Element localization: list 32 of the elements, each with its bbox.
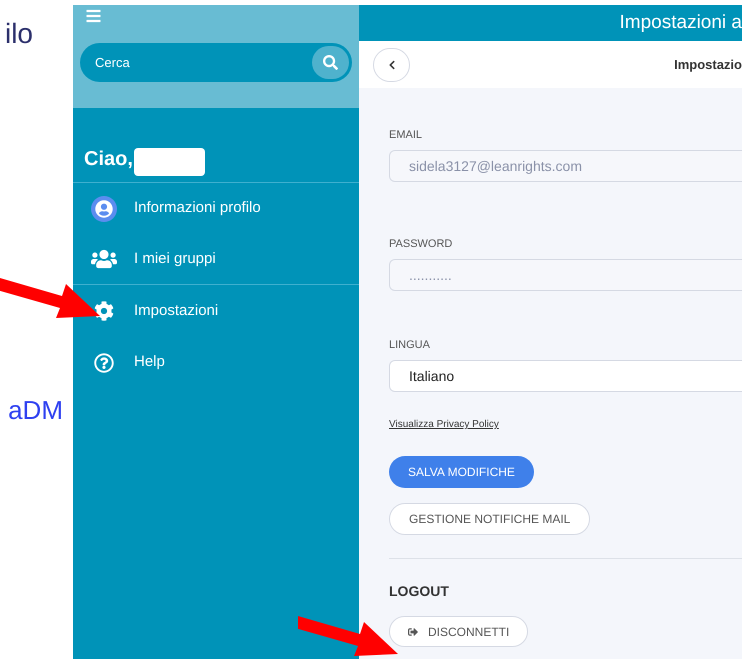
logout-heading: LOGOUT — [389, 582, 450, 601]
sidebar-menu-item[interactable]: I miei gruppi — [134, 248, 216, 270]
input-field[interactable]: sidela3127@leanrights.com — [389, 150, 742, 182]
greeting-text: Ciao, — [84, 147, 133, 172]
search-placeholder: Cerca — [95, 54, 131, 72]
sidebar-menu-item[interactable]: Impostazioni — [134, 300, 218, 322]
search-field[interactable]: Cerca — [80, 43, 352, 82]
field-label: LINGUA — [389, 338, 431, 352]
search-button[interactable] — [312, 46, 349, 79]
group-icon[interactable] — [90, 248, 116, 270]
help-icon[interactable] — [94, 352, 114, 372]
search-icon — [323, 55, 338, 70]
menu-icon[interactable] — [84, 8, 103, 24]
settings-icon[interactable] — [94, 301, 114, 321]
sidebar-menu-item[interactable]: Informazioni profilo — [134, 197, 261, 220]
page-heading-fragment: ilo — [4, 17, 34, 51]
logout-icon — [408, 626, 418, 636]
input-field[interactable]: ........... — [389, 259, 742, 291]
page-text-fragment: aDM — [7, 394, 64, 427]
logout-button[interactable]: DISCONNETTI — [389, 616, 528, 647]
notifications-button[interactable]: GESTIONE NOTIFICHE MAIL — [389, 503, 590, 535]
chevron-left-icon — [386, 60, 396, 70]
field-label: EMAIL — [389, 128, 424, 142]
user-avatar-icon[interactable] — [90, 196, 116, 222]
language-select[interactable]: Italiano — [389, 360, 742, 392]
subheader-title: Impostazio — [674, 56, 742, 74]
header-title: Impostazioni a — [619, 10, 742, 35]
field-label: PASSWORD — [389, 237, 454, 251]
privacy-policy-link[interactable]: Visualizza Privacy Policy — [389, 417, 499, 432]
sidebar-menu-item[interactable]: Help — [134, 351, 165, 374]
save-button[interactable]: SALVA MODIFICHE — [389, 456, 534, 488]
redacted-name-block — [134, 148, 205, 176]
